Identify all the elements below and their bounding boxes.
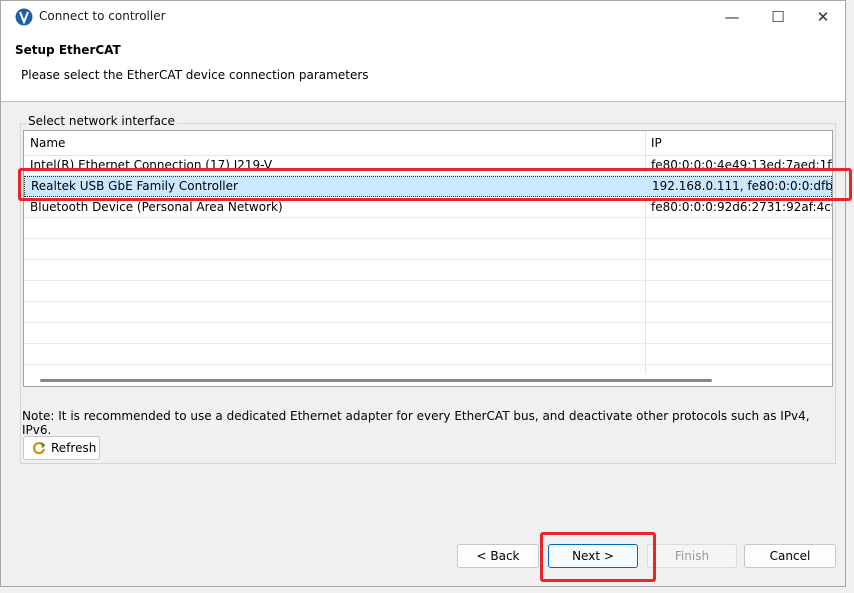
- scrollbar-thumb[interactable]: [40, 379, 712, 382]
- row-name: Bluetooth Device (Personal Area Network): [30, 200, 283, 214]
- empty-row: [24, 323, 832, 344]
- empty-row: [24, 260, 832, 281]
- table-header: Name IP: [24, 131, 832, 156]
- recommendation-note: Note: It is recommended to use a dedicat…: [22, 409, 810, 437]
- empty-row: [24, 218, 832, 239]
- refresh-icon: [33, 442, 46, 455]
- refresh-label: Refresh: [51, 441, 97, 455]
- app-logo-icon: [15, 8, 33, 26]
- column-header-ip[interactable]: IP: [651, 136, 662, 150]
- maximize-button[interactable]: ☐: [755, 1, 801, 32]
- close-icon: ✕: [816, 7, 830, 26]
- empty-row: [24, 239, 832, 260]
- row-ip: fe80:0:0:0:92d6:2731:92af:4c9b: [651, 200, 832, 214]
- window-title: Connect to controller: [39, 9, 166, 23]
- horizontal-scrollbar[interactable]: [24, 374, 832, 386]
- finish-label: Finish: [674, 549, 710, 563]
- wizard-header: Setup EtherCAT Please select the EtherCA…: [1, 32, 845, 102]
- page-title: Setup EtherCAT: [15, 43, 121, 57]
- dialog-window: Connect to controller — ☐ ✕ Setup EtherC…: [0, 0, 846, 587]
- back-button[interactable]: < Back: [457, 544, 539, 568]
- maximize-icon: ☐: [771, 7, 785, 26]
- close-button[interactable]: ✕: [800, 1, 846, 32]
- wizard-content: Select network interface Name IP Intel(R…: [9, 103, 837, 523]
- finish-button[interactable]: Finish: [647, 544, 737, 568]
- cancel-label: Cancel: [769, 549, 811, 563]
- back-label: < Back: [476, 549, 520, 563]
- refresh-button[interactable]: Refresh: [23, 436, 100, 460]
- title-bar: Connect to controller — ☐ ✕: [1, 1, 845, 32]
- minimize-button[interactable]: —: [709, 1, 755, 32]
- empty-row: [24, 344, 832, 365]
- empty-row: [24, 281, 832, 302]
- annotation-highlight-row: [18, 168, 852, 201]
- page-description: Please select the EtherCAT device connec…: [21, 68, 369, 82]
- column-header-name[interactable]: Name: [30, 136, 65, 150]
- group-label: Select network interface: [26, 114, 177, 128]
- empty-row: [24, 302, 832, 323]
- annotation-highlight-next: [540, 532, 656, 582]
- cancel-button[interactable]: Cancel: [744, 544, 836, 568]
- minimize-icon: —: [724, 7, 740, 26]
